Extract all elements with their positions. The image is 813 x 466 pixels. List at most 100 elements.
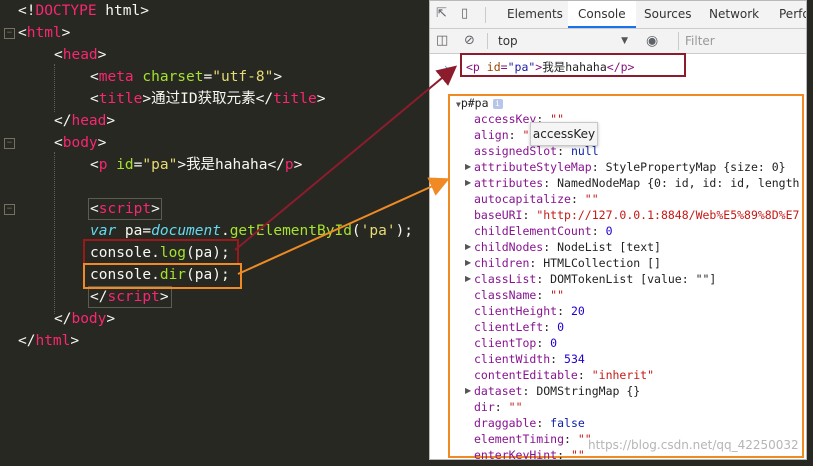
property-value: null bbox=[570, 144, 599, 158]
clear-console-icon[interactable]: ⊘ bbox=[464, 29, 475, 53]
property-row[interactable]: attributes: NamedNodeMap {0: id, id: id,… bbox=[474, 175, 799, 191]
code-line[interactable]: <body> bbox=[54, 132, 106, 154]
code-token: < bbox=[90, 91, 99, 107]
expand-triangle-icon[interactable]: ▶ bbox=[465, 383, 471, 399]
property-colon: : bbox=[536, 416, 551, 430]
expand-triangle-icon[interactable]: ▶ bbox=[465, 239, 471, 255]
code-line[interactable]: </head> bbox=[54, 110, 115, 132]
expand-triangle-icon[interactable]: ▶ bbox=[465, 175, 471, 191]
context-select[interactable]: top ▼ bbox=[498, 33, 628, 49]
property-colon: : bbox=[570, 192, 585, 206]
code-line[interactable]: <html> bbox=[18, 22, 70, 44]
tab-network[interactable]: Network bbox=[709, 1, 759, 28]
property-row[interactable]: childElementCount: 0 bbox=[474, 223, 613, 239]
logged-element[interactable]: <p id="pa">我是hahaha</p> bbox=[460, 53, 686, 77]
property-row[interactable]: childNodes: NodeList [text] bbox=[474, 239, 661, 255]
property-key: dir bbox=[474, 400, 495, 414]
property-key: childElementCount bbox=[474, 224, 592, 238]
property-row[interactable]: baseURI: "http://127.0.0.1:8848/Web%E5%8… bbox=[474, 207, 799, 223]
fold-toggle-icon[interactable]: − bbox=[4, 28, 15, 39]
property-colon: : bbox=[529, 256, 544, 270]
property-row[interactable]: clientWidth: 534 bbox=[474, 351, 585, 367]
property-row[interactable]: autocapitalize: "" bbox=[474, 191, 599, 207]
code-line[interactable]: </html> bbox=[18, 330, 79, 352]
watermark: https://blog.csdn.net/qq_42250032 bbox=[588, 438, 799, 452]
property-row[interactable]: dir: "" bbox=[474, 399, 523, 415]
property-value: 20 bbox=[570, 304, 585, 318]
device-toolbar-icon[interactable]: ▯ bbox=[461, 2, 468, 26]
console-toolbar: ◫ ⊘ top ▼ ◉ Filter bbox=[430, 29, 806, 54]
code-token: < bbox=[18, 25, 27, 41]
context-select-value: top bbox=[498, 34, 518, 48]
code-line[interactable]: <p id="pa">我是hahaha</p> bbox=[90, 154, 302, 176]
property-row[interactable]: children: HTMLCollection [] bbox=[474, 255, 661, 271]
tab-performance[interactable]: Perfo bbox=[779, 1, 806, 28]
property-colon: : bbox=[557, 304, 571, 318]
code-line[interactable]: <title>通过ID获取元素</title> bbox=[90, 88, 325, 110]
tag-end: </p> bbox=[606, 60, 635, 74]
property-key: assignedSlot bbox=[474, 144, 558, 158]
code-token: ( bbox=[351, 223, 361, 239]
code-token: 'pa' bbox=[360, 223, 396, 239]
code-token: meta bbox=[98, 69, 134, 85]
dir-root[interactable]: ▼p#pa i bbox=[456, 95, 503, 111]
property-row[interactable]: clientLeft: 0 bbox=[474, 319, 564, 335]
code-token: <! bbox=[18, 3, 36, 19]
property-value: NamedNodeMap {0: id, id: id, length bbox=[557, 176, 800, 190]
code-token: getElementById bbox=[229, 223, 352, 239]
devtools-panel: ⇱ ▯ Elements Console Sources Network Per… bbox=[429, 0, 807, 460]
code-token: < bbox=[90, 157, 99, 173]
property-colon: : bbox=[508, 128, 523, 142]
fold-toggle-icon[interactable]: − bbox=[4, 138, 15, 149]
property-colon: : bbox=[536, 272, 551, 286]
property-row[interactable]: dataset: DOMStringMap {} bbox=[474, 383, 640, 399]
code-token: 我是hahaha bbox=[186, 157, 268, 173]
code-token: </ bbox=[267, 157, 285, 173]
code-token: head bbox=[71, 113, 107, 129]
property-row[interactable]: clientHeight: 20 bbox=[474, 303, 585, 319]
property-colon: : bbox=[522, 384, 537, 398]
property-row[interactable]: enterKeyHint: "" bbox=[474, 447, 585, 460]
property-colon: : bbox=[543, 320, 558, 334]
code-token: > bbox=[106, 113, 116, 129]
property-value: "" bbox=[570, 448, 585, 460]
tab-console[interactable]: Console bbox=[568, 1, 636, 28]
code-line[interactable]: <!DOCTYPE html> bbox=[18, 0, 149, 22]
filter-input[interactable]: Filter bbox=[678, 32, 806, 50]
property-row[interactable]: clientTop: 0 bbox=[474, 335, 557, 351]
code-line[interactable]: </body> bbox=[54, 308, 115, 330]
property-row[interactable]: attributeStyleMap: StylePropertyMap {siz… bbox=[474, 159, 786, 175]
property-row[interactable]: align: " bbox=[474, 127, 529, 143]
chevron-down-icon: ▼ bbox=[621, 36, 628, 46]
property-row[interactable]: elementTiming: "" bbox=[474, 431, 592, 447]
devtools-tabbar: ⇱ ▯ Elements Console Sources Network Per… bbox=[430, 1, 806, 29]
code-token: html> bbox=[96, 3, 149, 19]
tab-elements[interactable]: Elements bbox=[507, 1, 563, 28]
property-value: "inherit" bbox=[591, 368, 655, 382]
property-row[interactable]: contentEditable: "inherit" bbox=[474, 367, 654, 383]
expand-triangle-icon[interactable]: ▶ bbox=[465, 159, 471, 175]
expand-triangle-icon[interactable]: ▶ bbox=[465, 255, 471, 271]
code-token: id bbox=[116, 157, 134, 173]
property-row[interactable]: draggable: false bbox=[474, 415, 585, 431]
code-token: > bbox=[316, 91, 326, 107]
property-key: baseURI bbox=[474, 208, 523, 222]
code-line[interactable]: <meta charset="utf-8"> bbox=[90, 66, 282, 88]
fold-toggle-icon[interactable]: − bbox=[4, 204, 15, 215]
property-value: StylePropertyMap {size: 0} bbox=[605, 160, 786, 174]
code-token: DOCTYPE bbox=[35, 3, 97, 19]
inspect-element-icon[interactable]: ⇱ bbox=[436, 2, 447, 26]
sidebar-toggle-icon[interactable]: ◫ bbox=[436, 29, 448, 53]
property-key: attributeStyleMap bbox=[474, 160, 592, 174]
eye-icon[interactable]: ◉ bbox=[646, 29, 658, 53]
property-row[interactable]: classList: DOMTokenList [value: ""] bbox=[474, 271, 716, 287]
property-row[interactable]: className: "" bbox=[474, 287, 564, 303]
tab-sources[interactable]: Sources bbox=[644, 1, 691, 28]
code-token: < bbox=[54, 135, 63, 151]
code-line[interactable]: <head> bbox=[54, 44, 106, 66]
property-value: false bbox=[550, 416, 585, 430]
code-token: </ bbox=[255, 91, 274, 107]
expand-triangle-icon[interactable]: ▶ bbox=[465, 271, 471, 287]
property-colon: : bbox=[577, 368, 592, 382]
